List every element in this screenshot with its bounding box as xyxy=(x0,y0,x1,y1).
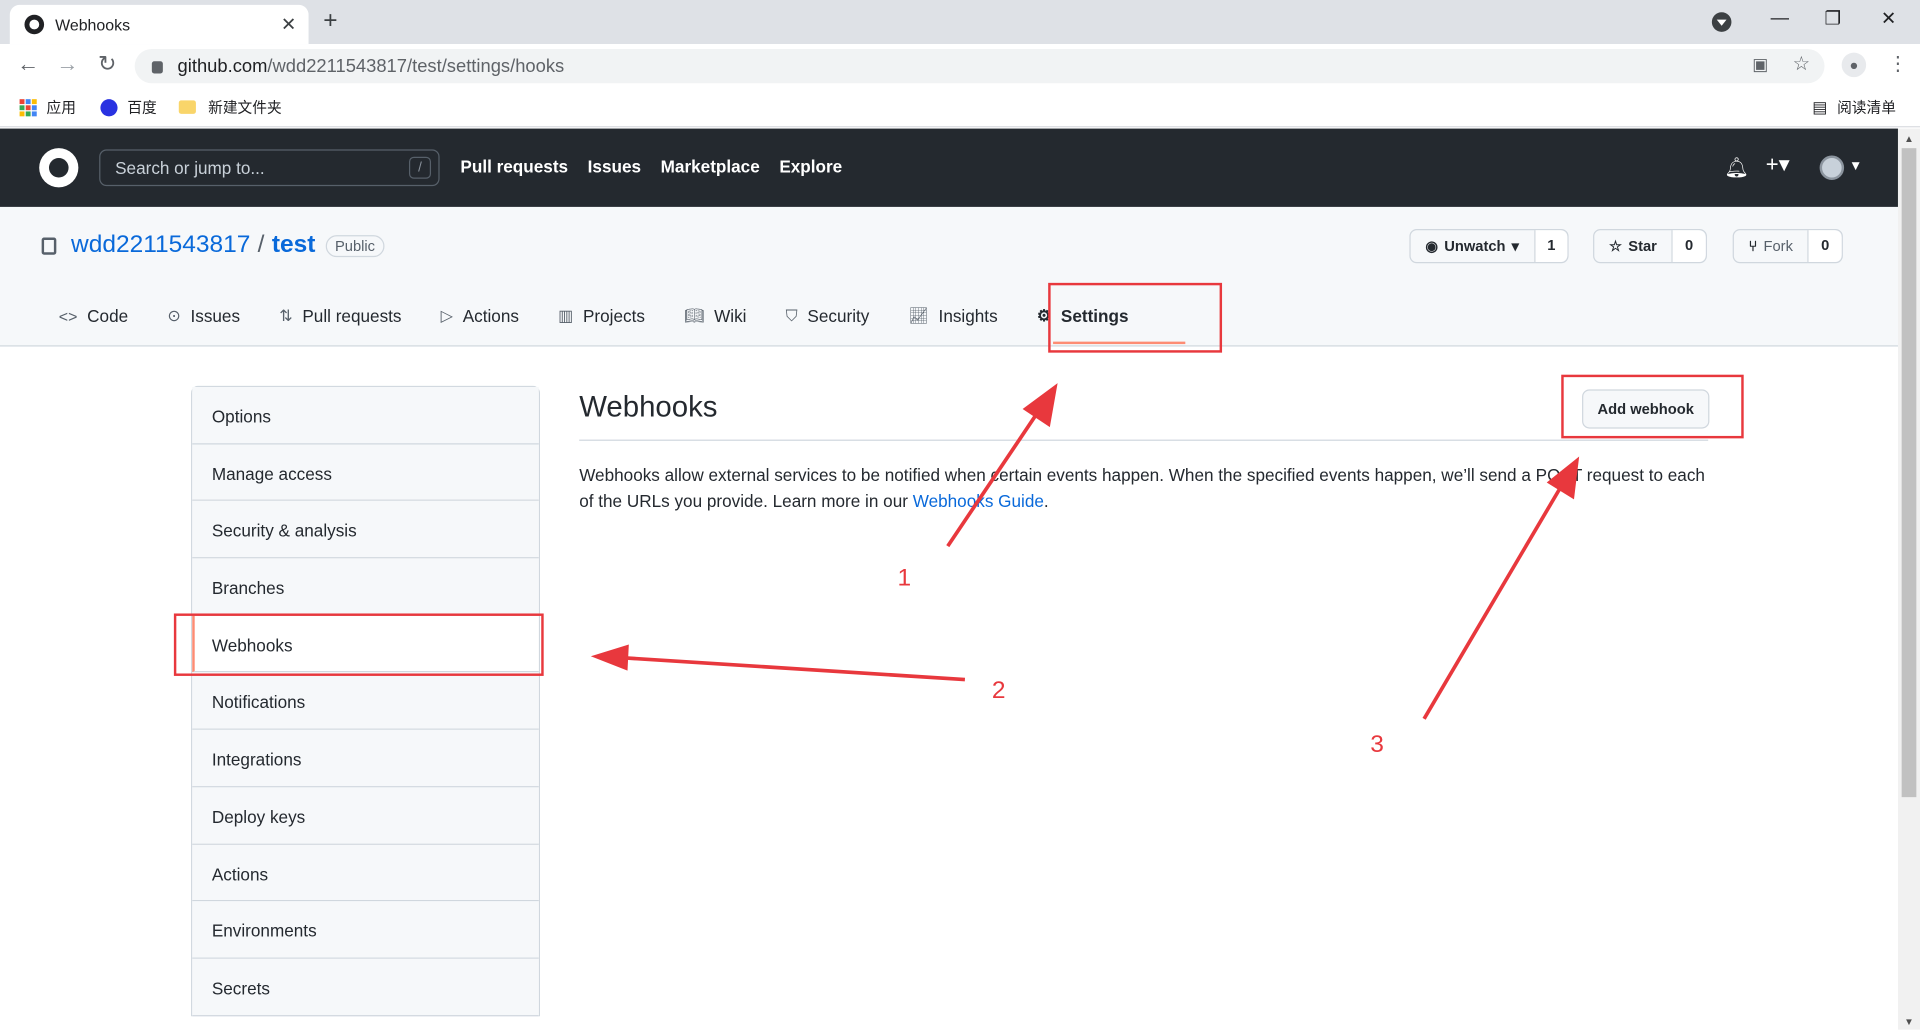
arrow-2-head xyxy=(590,644,629,671)
arrow-3-line xyxy=(1422,479,1567,720)
arrow-1-line xyxy=(946,403,1045,548)
annotation-label-2: 2 xyxy=(991,677,1006,705)
annotation-label-1: 1 xyxy=(897,564,912,592)
screenshot-stage: Webhooks ✕ + — ❐ ✕ ← → ↻ github.com/wdd2… xyxy=(0,0,1920,1030)
annotation-label-3: 3 xyxy=(1370,731,1384,758)
arrow-1-head xyxy=(1022,383,1058,428)
annotation-arrows xyxy=(590,383,1580,720)
arrow-3-head xyxy=(1546,456,1580,500)
arrow-2-line xyxy=(619,655,966,682)
